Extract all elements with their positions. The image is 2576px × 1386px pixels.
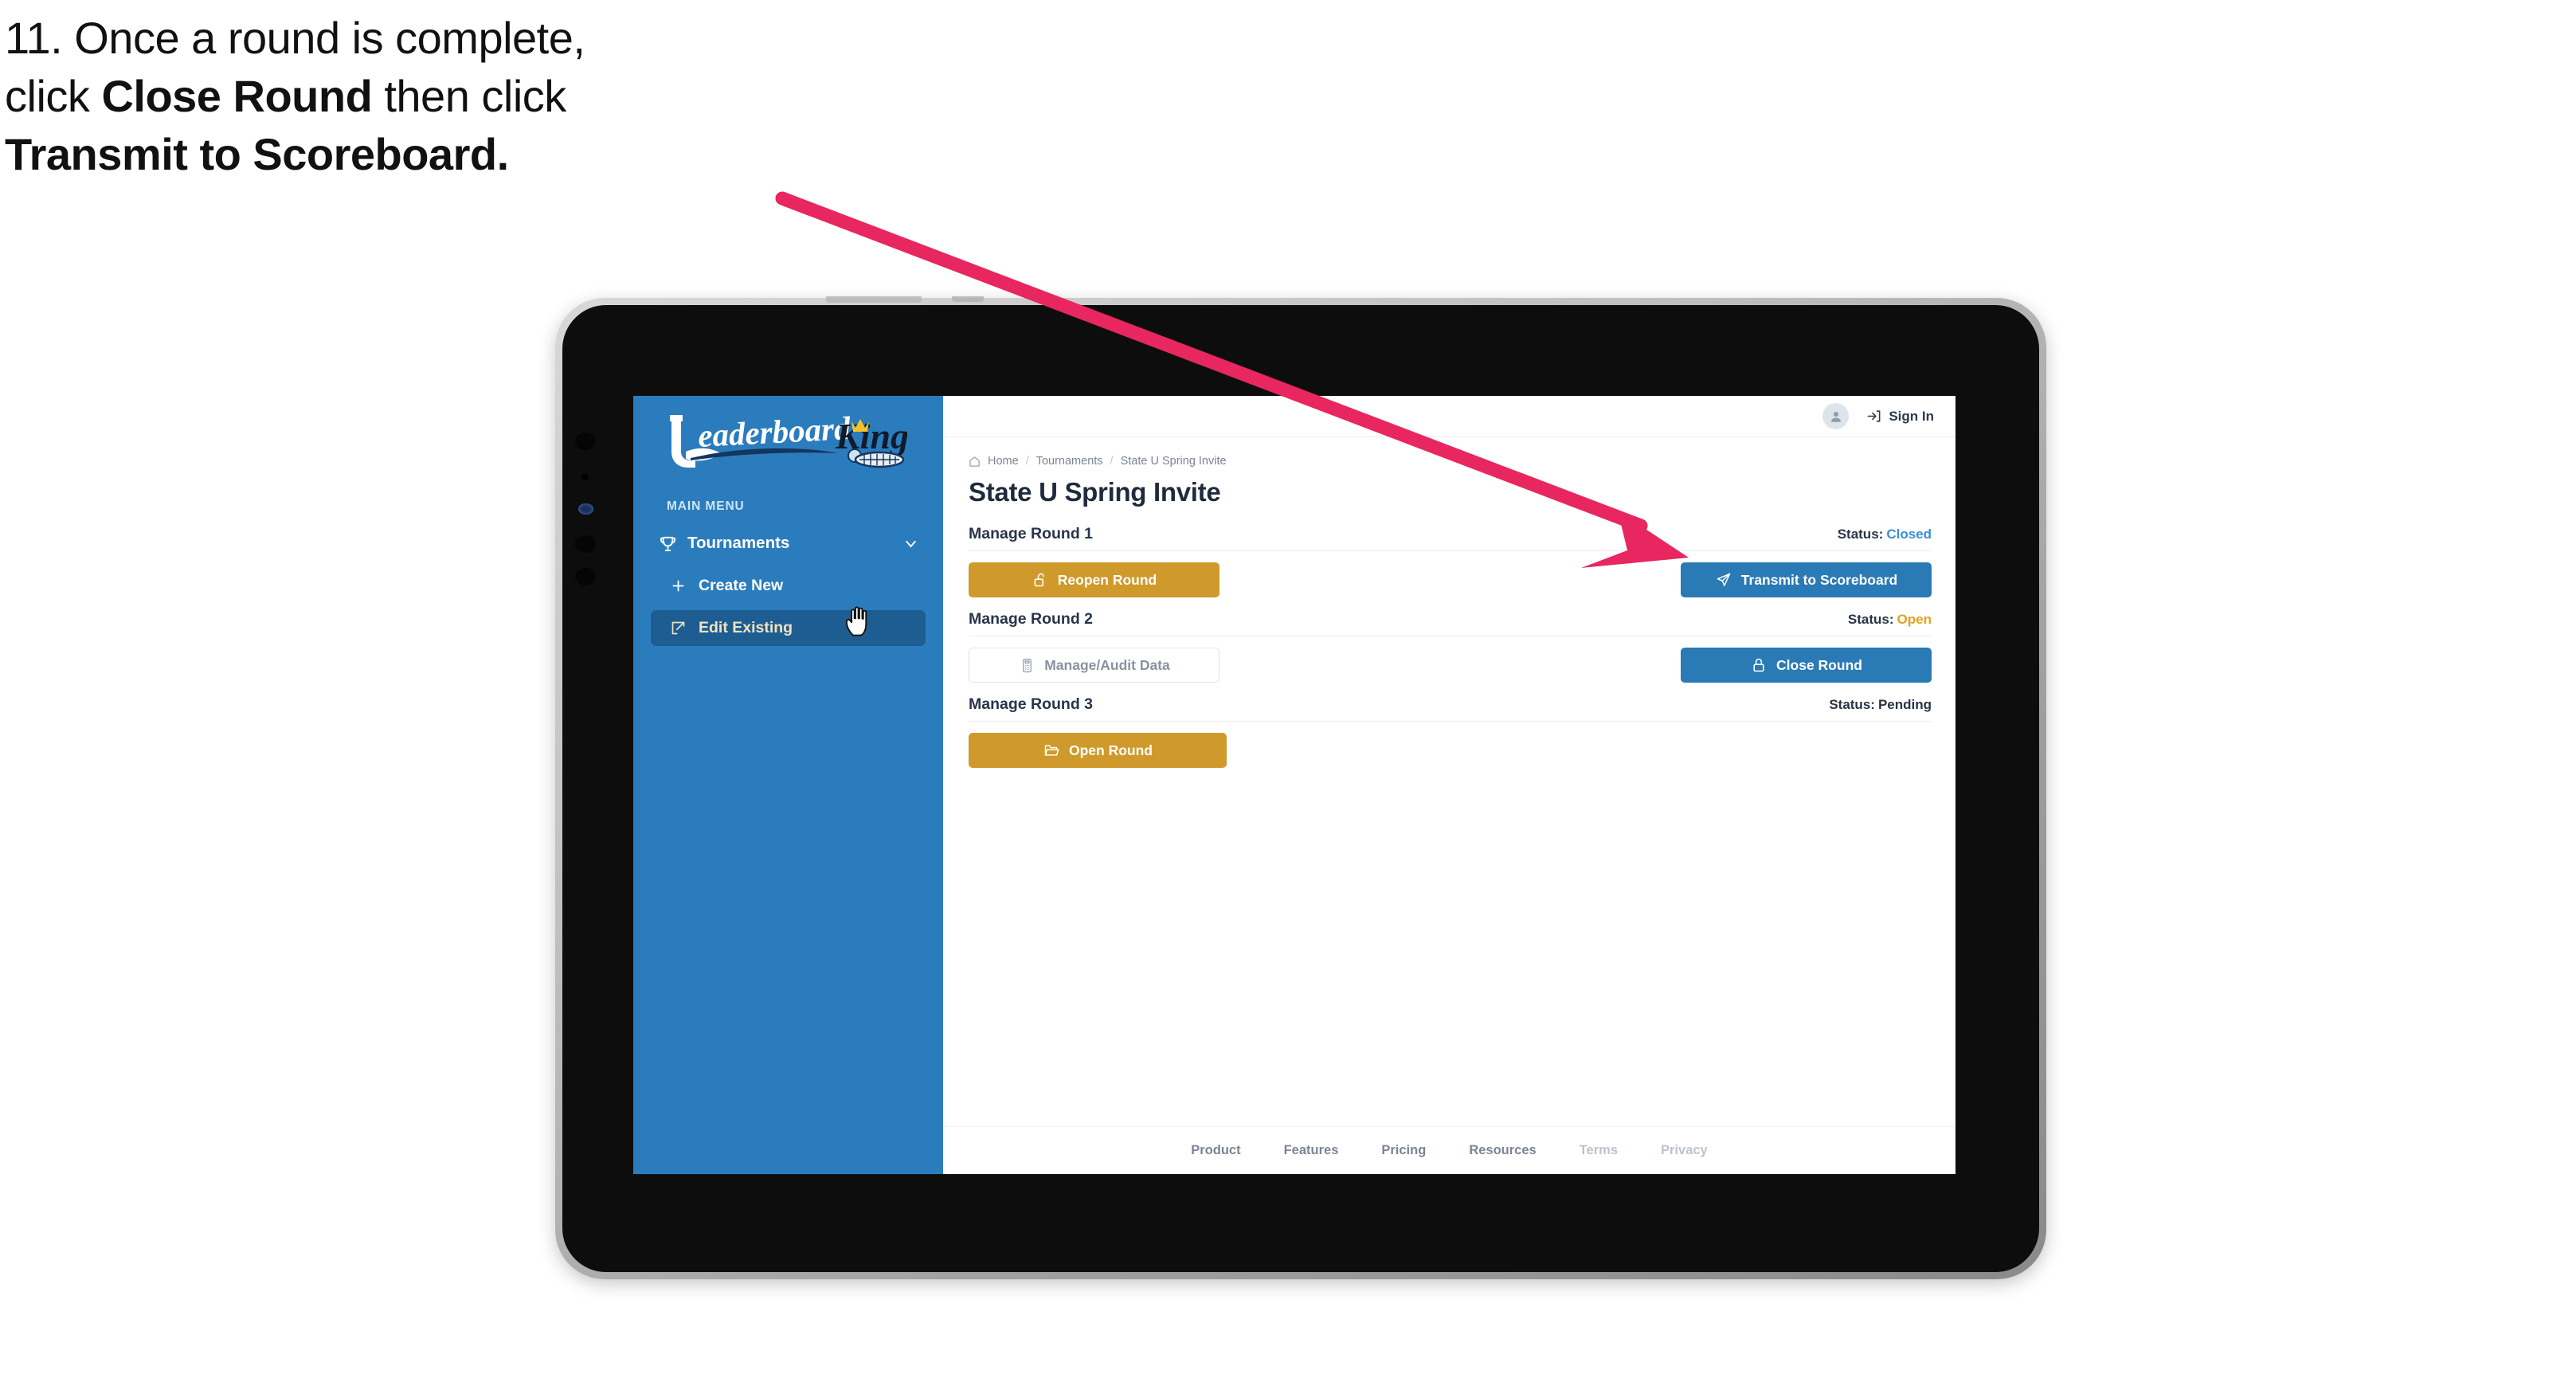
footer-link-terms[interactable]: Terms: [1580, 1143, 1618, 1158]
trophy-icon: [657, 533, 678, 554]
sidebar-item-label-create-new: Create New: [699, 577, 784, 594]
svg-text:King: King: [835, 416, 907, 456]
sidebar-section-label: MAIN MENU: [667, 499, 745, 513]
top-bar: Sign In: [943, 396, 1955, 437]
main-content: Sign In Home / Tournaments / State U Spr…: [943, 396, 1955, 1174]
round-actions-2: Manage/Audit Data Close Round: [969, 636, 1932, 683]
reopen-round-label: Reopen Round: [1057, 571, 1157, 588]
caption-close-round-bold: Close Round: [101, 71, 373, 121]
round-header-2: Manage Round 2 Status: Open: [969, 610, 1932, 636]
round-actions-3: Open Round: [969, 722, 1932, 768]
status-badge-2: Open: [1897, 612, 1932, 627]
round-status-3: Status: Pending: [1829, 697, 1932, 713]
round-section-1: Manage Round 1 Status: Closed Reopen Rou…: [969, 525, 1932, 597]
page-content: Home / Tournaments / State U Spring Invi…: [943, 437, 1955, 1126]
round-section-2: Manage Round 2 Status: Open Manage/Audit…: [969, 610, 1932, 683]
caption-line-2: click Close Round then click: [5, 74, 865, 119]
breadcrumb: Home / Tournaments / State U Spring Invi…: [969, 455, 1932, 468]
tablet-mic-icon: [575, 568, 596, 585]
instruction-caption: 11. Once a round is complete, click Clos…: [5, 16, 865, 190]
hand-cursor: [845, 606, 867, 636]
breadcrumb-item-tournaments[interactable]: Tournaments: [1036, 455, 1103, 468]
round-status-label-2: Status:: [1847, 612, 1894, 627]
lock-icon: [1750, 656, 1768, 674]
footer-link-resources[interactable]: Resources: [1469, 1143, 1536, 1158]
round-title-1: Manage Round 1: [969, 525, 1094, 542]
svg-text:eaderboard: eaderboard: [697, 410, 851, 454]
home-icon: [969, 456, 981, 468]
app-screen: eaderboard King MAIN MENU Tournaments Cr…: [633, 396, 1955, 1174]
breadcrumb-separator: /: [1025, 455, 1029, 468]
round-actions-1: Reopen Round Transmit to Scoreboard: [969, 551, 1932, 597]
tablet-camera-icon: [575, 433, 596, 450]
close-round-button[interactable]: Close Round: [1681, 648, 1932, 683]
transmit-to-scoreboard-button[interactable]: Transmit to Scoreboard: [1681, 562, 1932, 597]
tablet-top-sensor-a: [826, 296, 922, 303]
footer-link-privacy[interactable]: Privacy: [1661, 1143, 1708, 1158]
breadcrumb-separator: /: [1110, 455, 1114, 468]
open-folder-icon: [1043, 742, 1060, 759]
reopen-round-button[interactable]: Reopen Round: [969, 562, 1219, 597]
close-round-label: Close Round: [1776, 656, 1862, 673]
open-round-label: Open Round: [1069, 742, 1153, 758]
sidebar-nav: Tournaments Create New Edit Existing: [633, 525, 943, 646]
round-status-label-3: Status:: [1829, 697, 1875, 712]
sign-in-icon: [1866, 409, 1881, 424]
caption-line-2-a: click: [5, 71, 102, 121]
round-status-2: Status: Open: [1848, 612, 1932, 628]
calculator-icon: [1018, 656, 1035, 674]
breadcrumb-item-current: State U Spring Invite: [1120, 455, 1227, 468]
manage-audit-data-button[interactable]: Manage/Audit Data: [969, 648, 1219, 683]
tablet-speaker-icon: [575, 535, 596, 553]
page-title: State U Spring Invite: [969, 477, 1221, 507]
round-title-2: Manage Round 2: [969, 610, 1094, 628]
caption-line-1: 11. Once a round is complete,: [5, 13, 585, 63]
sidebar-item-edit-existing[interactable]: Edit Existing: [651, 610, 926, 646]
round-header-1: Manage Round 1 Status: Closed: [969, 525, 1932, 551]
tablet-sensor-icon: [581, 474, 589, 480]
tablet-top-sensor-b: [952, 296, 984, 302]
leaderboard-king-logo-icon: eaderboard King: [670, 410, 907, 468]
round-status-1: Status: Closed: [1838, 527, 1932, 542]
manage-audit-data-label: Manage/Audit Data: [1044, 656, 1170, 673]
paper-plane-icon: [1715, 571, 1732, 589]
status-badge-1: Closed: [1886, 527, 1932, 542]
caption-line-2-c: then click: [372, 71, 566, 121]
round-header-3: Manage Round 3 Status: Pending: [969, 695, 1932, 722]
user-avatar-icon: [1830, 411, 1841, 422]
edit-square-icon: [668, 619, 687, 638]
breadcrumb-item-home[interactable]: Home: [988, 455, 1019, 468]
footer-link-features[interactable]: Features: [1284, 1143, 1339, 1158]
round-status-label-1: Status:: [1837, 527, 1884, 542]
status-badge-3: Pending: [1877, 697, 1932, 712]
screenshot-root: 11. Once a round is complete, click Clos…: [0, 0, 2576, 1386]
sign-in-label: Sign In: [1889, 408, 1934, 424]
avatar[interactable]: [1822, 403, 1850, 429]
sidebar-item-label-tournaments: Tournaments: [687, 534, 790, 552]
tablet-led-icon: [578, 503, 593, 515]
sidebar-item-tournaments[interactable]: Tournaments: [644, 525, 932, 562]
plus-icon: [668, 577, 687, 596]
round-section-3: Manage Round 3 Status: Pending Open Roun…: [969, 695, 1932, 768]
footer: Product Features Pricing Resources Terms…: [943, 1126, 1955, 1174]
unlock-icon: [1032, 571, 1049, 589]
chevron-down-icon[interactable]: [902, 534, 919, 552]
sidebar: eaderboard King MAIN MENU Tournaments Cr…: [633, 396, 943, 1174]
app-logo[interactable]: eaderboard King: [633, 396, 943, 472]
footer-link-product[interactable]: Product: [1191, 1143, 1240, 1158]
open-round-button[interactable]: Open Round: [969, 733, 1227, 768]
sign-in-button[interactable]: Sign In: [1866, 409, 1934, 425]
round-title-3: Manage Round 3: [969, 695, 1094, 713]
footer-link-pricing[interactable]: Pricing: [1381, 1143, 1426, 1158]
transmit-to-scoreboard-label: Transmit to Scoreboard: [1740, 571, 1898, 588]
sidebar-item-label-edit-existing: Edit Existing: [699, 619, 793, 636]
caption-line-3: Transmit to Scoreboard.: [5, 132, 865, 177]
sidebar-item-create-new[interactable]: Create New: [651, 568, 926, 604]
caption-transmit-bold: Transmit to Scoreboard.: [5, 129, 509, 179]
